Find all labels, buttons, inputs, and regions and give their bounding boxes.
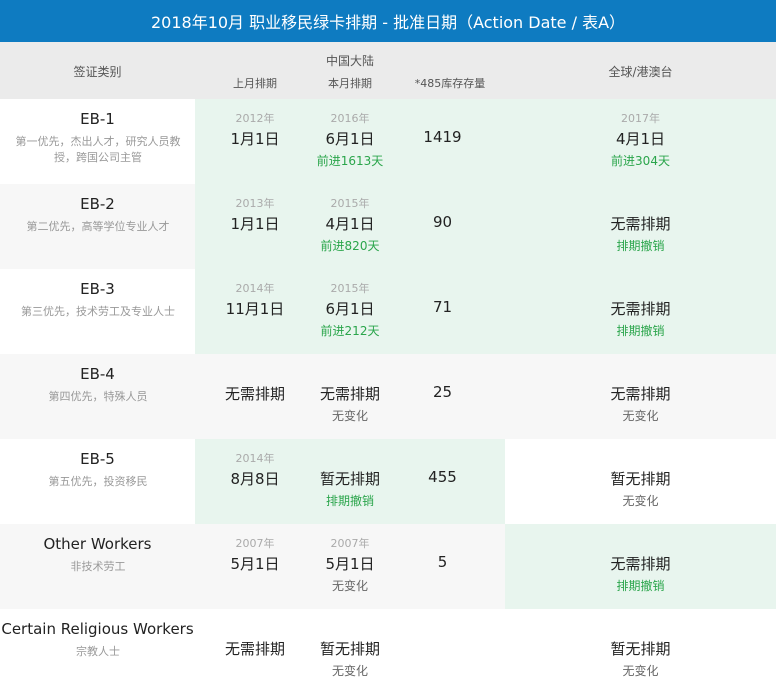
this-month-cell: 2015年 6月1日 前进212天 — [290, 269, 410, 354]
global-date: 无需排期 — [610, 215, 671, 233]
this-month-year: 2007年 — [330, 537, 370, 550]
global-date: 无需排期 — [610, 385, 671, 403]
table-row: EB-5 第五优先，投资移民 2014年 8月8日 暂无排期 排期撤销 455 … — [0, 439, 776, 524]
stock-value: 25 — [432, 383, 453, 401]
table-row: EB-4 第四优先，特殊人员 无需排期 无需排期 无变化 25 无需排期 无变化 — [0, 354, 776, 439]
this-month-change: 前进1613天 — [316, 154, 384, 168]
global-cell: 2017年 4月1日 前进304天 — [505, 99, 776, 184]
global-change: 排期撤销 — [616, 324, 665, 338]
category-name: EB-4 — [80, 365, 115, 383]
stock-value: 90 — [432, 213, 453, 231]
category-name: EB-2 — [80, 195, 115, 213]
this-month-cell: 2016年 6月1日 前进1613天 — [290, 99, 410, 184]
this-month-date: 5月1日 — [325, 555, 375, 573]
global-change: 无变化 — [622, 664, 659, 678]
category-description: 第三优先，技术劳工及专业人士 — [21, 305, 175, 318]
global-change: 无变化 — [622, 409, 659, 423]
table-row: Other Workers 非技术劳工 2007年 5月1日 2007年 5月1… — [0, 524, 776, 609]
this-month-change: 无变化 — [331, 579, 368, 593]
category-description: 第一优先，杰出人才，研究人员教授，跨国公司主管 — [15, 135, 181, 164]
this-month-year: 2015年 — [330, 197, 370, 210]
global-year: 2017年 — [621, 112, 660, 125]
global-date: 无需排期 — [610, 555, 671, 573]
global-cell: 无需排期 排期撤销 — [505, 269, 776, 354]
category-description: 宗教人士 — [76, 645, 120, 658]
category-description: 第二优先，高等学位专业人才 — [26, 220, 170, 233]
table-row: EB-1 第一优先，杰出人才，研究人员教授，跨国公司主管 2012年 1月1日 … — [0, 99, 776, 184]
global-date: 无需排期 — [610, 300, 671, 318]
global-cell: 暂无排期 无变化 — [505, 609, 776, 694]
page-title: 2018年10月 职业移民绿卡排期 - 批准日期（Action Date / 表… — [0, 0, 776, 42]
header-this-month: 本月排期 — [328, 77, 372, 90]
this-month-date: 无需排期 — [319, 385, 380, 403]
this-month-change: 排期撤销 — [325, 494, 374, 508]
category-name: Certain Religious Workers — [1, 620, 194, 638]
stock-cell: 71 — [395, 269, 490, 354]
global-date: 4月1日 — [615, 130, 666, 148]
this-month-year: 2016年 — [330, 112, 370, 125]
global-cell: 无需排期 无变化 — [505, 354, 776, 439]
global-cell: 无需排期 排期撤销 — [505, 524, 776, 609]
header-stock: *485库存存量 — [414, 77, 486, 90]
stock-cell: 25 — [395, 354, 490, 439]
header-global: 全球/港澳台 — [608, 65, 673, 79]
table-row: EB-3 第三优先，技术劳工及专业人士 2014年 11月1日 2015年 6月… — [0, 269, 776, 354]
table-header: 签证类别 中国大陆 上月排期 本月排期 *485库存存量 全球/港澳台 — [0, 42, 776, 99]
category-description: 第四优先，特殊人员 — [48, 390, 148, 403]
stock-value: 1419 — [423, 128, 462, 146]
category-description: 非技术劳工 — [70, 560, 126, 573]
this-month-change: 前进820天 — [320, 239, 380, 253]
this-month-change: 前进212天 — [320, 324, 380, 338]
stock-value: 71 — [432, 298, 453, 316]
stock-cell: 455 — [395, 439, 490, 524]
this-month-cell: 无需排期 无变化 — [290, 354, 410, 439]
category-description: 第五优先，投资移民 — [48, 475, 148, 488]
this-month-change: 无变化 — [331, 409, 368, 423]
global-date: 暂无排期 — [610, 470, 671, 488]
this-month-date: 暂无排期 — [319, 470, 380, 488]
global-change: 排期撤销 — [616, 579, 665, 593]
global-change: 前进304天 — [611, 154, 670, 168]
global-change: 排期撤销 — [616, 239, 665, 253]
category-name: EB-5 — [80, 450, 115, 468]
header-category: 签证类别 — [73, 65, 122, 79]
this-month-date: 6月1日 — [325, 130, 375, 148]
global-date: 暂无排期 — [610, 640, 671, 658]
global-cell: 暂无排期 无变化 — [505, 439, 776, 524]
category-name: Other Workers — [43, 535, 152, 553]
this-month-date: 4月1日 — [325, 215, 375, 233]
this-month-change: 无变化 — [331, 664, 368, 678]
header-china-mainland: 中国大陆 — [325, 54, 374, 68]
global-cell: 无需排期 排期撤销 — [505, 184, 776, 269]
category-name: EB-3 — [80, 280, 115, 298]
stock-cell: 1419 — [395, 99, 490, 184]
this-month-date: 暂无排期 — [319, 640, 380, 658]
this-month-cell: 2007年 5月1日 无变化 — [290, 524, 410, 609]
stock-cell — [395, 609, 490, 694]
table-row: Certain Religious Workers 宗教人士 无需排期 暂无排期… — [0, 609, 776, 694]
stock-value: 455 — [428, 468, 457, 486]
global-change: 无变化 — [622, 494, 659, 508]
this-month-cell: 暂无排期 无变化 — [290, 609, 410, 694]
this-month-cell: 暂无排期 排期撤销 — [290, 439, 410, 524]
this-month-date: 6月1日 — [325, 300, 375, 318]
category-name: EB-1 — [80, 110, 115, 128]
this-month-year: 2015年 — [330, 282, 370, 295]
table-row: EB-2 第二优先，高等学位专业人才 2013年 1月1日 2015年 4月1日… — [0, 184, 776, 269]
stock-cell: 5 — [395, 524, 490, 609]
stock-cell: 90 — [395, 184, 490, 269]
visa-bulletin-page: 2018年10月 职业移民绿卡排期 - 批准日期（Action Date / 表… — [0, 0, 776, 694]
this-month-cell: 2015年 4月1日 前进820天 — [290, 184, 410, 269]
stock-value: 5 — [437, 553, 448, 571]
